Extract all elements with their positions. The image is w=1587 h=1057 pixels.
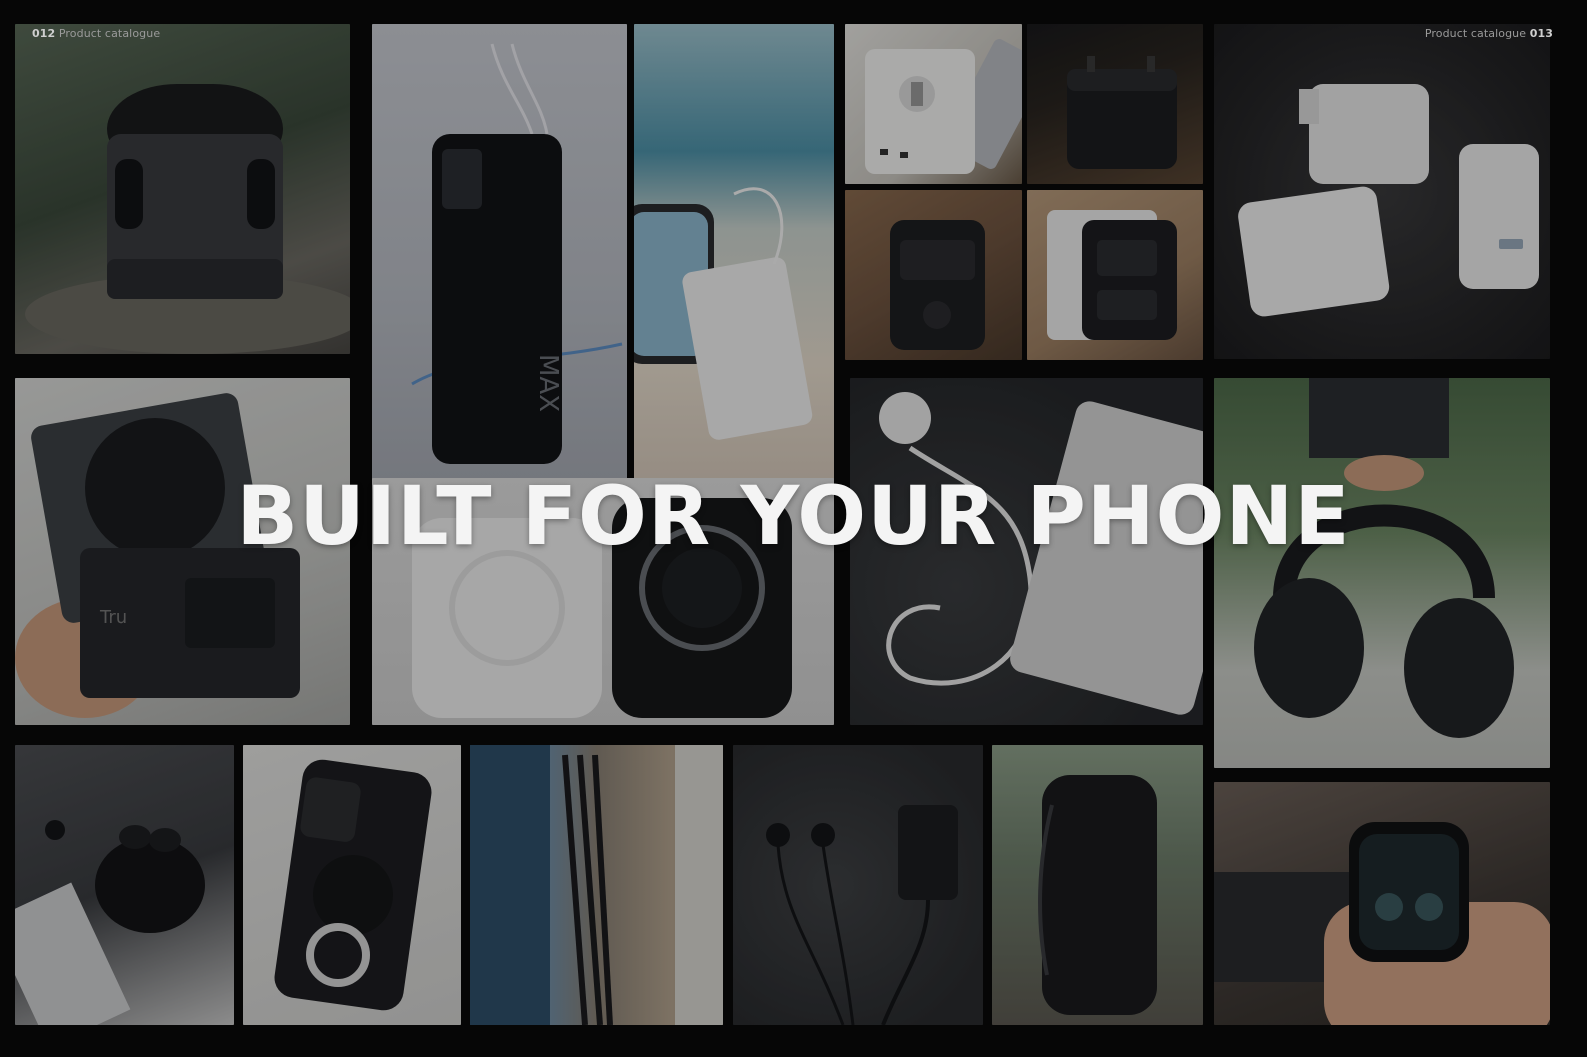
photo-headphones (1214, 378, 1550, 768)
photo-power-bank-beach (634, 24, 834, 479)
folio-left: 012 Product catalogue (32, 27, 160, 40)
power-bank-on-beach-icon (634, 187, 813, 440)
photo-wall-charger (1214, 24, 1550, 359)
photo-travel-adapter-black (845, 190, 1022, 360)
svg-text:Tru: Tru (99, 607, 127, 628)
usb-cable-icon (470, 745, 723, 1025)
photo-usb-cable (470, 745, 723, 1025)
phone-case-icon (274, 759, 432, 1011)
headphones-icon (1254, 378, 1514, 738)
power-bank-icon: MAX (411, 43, 623, 464)
svg-text:MAX: MAX (533, 354, 563, 412)
page-number-left: 012 (32, 27, 56, 40)
travel-adapter-icon (865, 39, 1022, 174)
wall-charger-icon (1238, 84, 1539, 317)
headline: BUILT FOR YOUR PHONE (236, 470, 1351, 564)
page-number-right: 013 (1529, 27, 1553, 40)
photo-speaker (15, 24, 350, 354)
adapter-in-socket-icon (1047, 210, 1177, 340)
speaker-icon (25, 84, 350, 354)
photo-travel-adapter (845, 24, 1022, 184)
photo-portable-speaker (992, 745, 1203, 1025)
travel-adapter-cube-icon (1067, 56, 1177, 169)
photo-earphones-and-charger (733, 745, 983, 1025)
folio-right: Product catalogue 013 (1425, 27, 1553, 40)
photo-smartwatch (1214, 782, 1550, 1025)
photo-power-bank: MAX (372, 24, 627, 479)
catalogue-label-left: Product catalogue (58, 27, 161, 40)
photo-travel-adapter-cube (1027, 24, 1203, 184)
photo-adapter-in-socket (1027, 190, 1203, 360)
portable-speaker-icon (1038, 775, 1157, 1015)
earbuds-icon (15, 820, 205, 1025)
earphones-and-charger-icon (766, 805, 958, 1025)
smartwatch-icon (1214, 822, 1550, 1025)
photo-earbuds (15, 745, 234, 1025)
travel-adapter-black-icon (890, 220, 985, 350)
photo-phone-case (243, 745, 461, 1025)
catalogue-label-right: Product catalogue (1424, 27, 1527, 40)
